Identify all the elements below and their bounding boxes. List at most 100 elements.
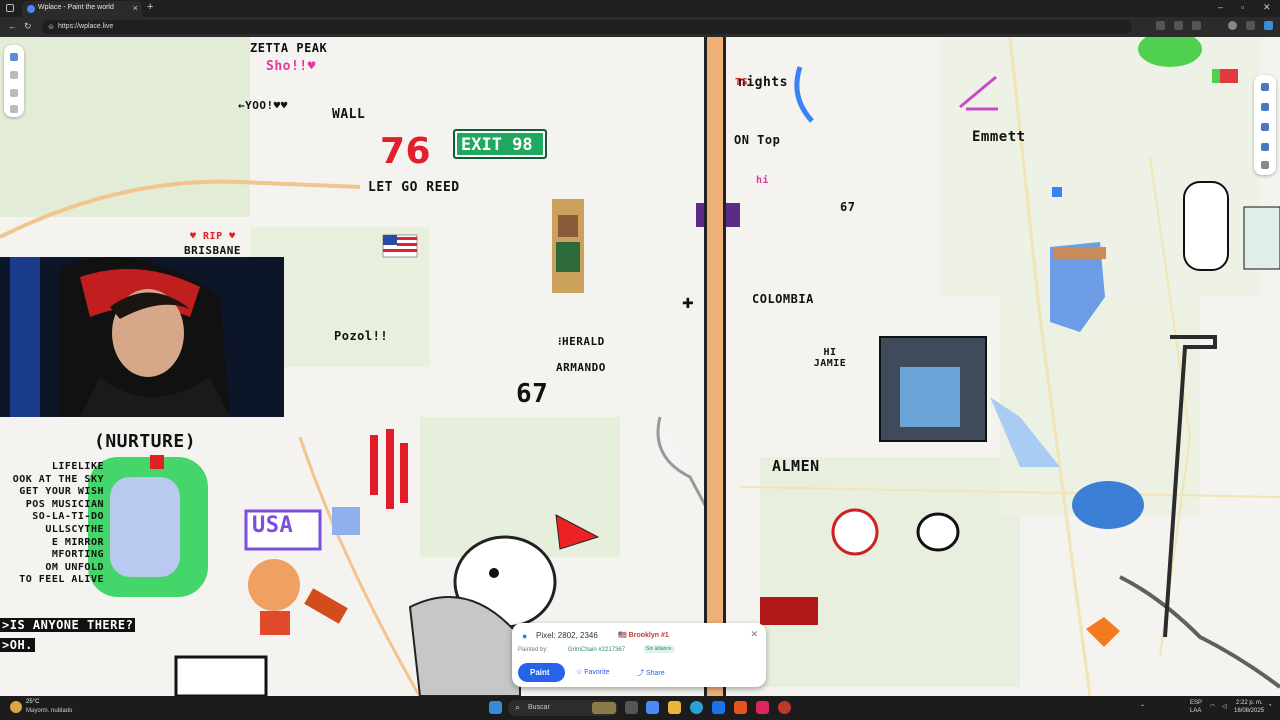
wifi-icon[interactable]: ◠ <box>1210 703 1215 710</box>
blue-arc-art <box>794 66 814 123</box>
armando-text: ARMANDO <box>556 361 606 374</box>
close-icon[interactable]: ✕ <box>750 629 758 640</box>
blue-square-art <box>332 507 360 535</box>
tab-title: Wplace - Paint the world <box>38 4 114 11</box>
volume-icon[interactable]: ◁ <box>1222 703 1227 710</box>
herald-text: ⁝HERALD <box>558 335 605 348</box>
exit-sign-art: EXIT 98 <box>453 129 547 159</box>
pixel-canvas[interactable]: ZETTA PEAK Sho!!♥ ←YOO!♥♥ WALL 76 EXIT 9… <box>0 37 1280 696</box>
task-view-icon[interactable] <box>625 701 638 714</box>
translate-icon[interactable] <box>1174 21 1183 30</box>
notification-icon[interactable]: ◔ <box>1268 703 1272 709</box>
park-area <box>0 37 250 217</box>
tab-actions-icon[interactable] <box>6 4 14 12</box>
weather-icon[interactable] <box>10 701 22 713</box>
sho-text: Sho!!♥ <box>266 59 316 74</box>
store-icon[interactable] <box>712 701 725 714</box>
red-car-art <box>760 597 818 625</box>
paint-label: Paint <box>530 668 550 677</box>
favorite-button[interactable]: ☆ Favorite <box>576 668 610 676</box>
right-toolbar <box>1254 75 1276 175</box>
edge-icon[interactable] <box>690 701 703 714</box>
close-window-icon[interactable]: ✕ <box>1263 2 1271 13</box>
maximize-icon[interactable]: ▫ <box>1241 2 1244 12</box>
brave-icon[interactable] <box>734 701 747 714</box>
lyric-line: ULLSCYTHE <box>45 523 104 535</box>
share-label: Share <box>645 670 665 677</box>
paint-button[interactable]: Paint <box>518 663 565 682</box>
minimize-icon[interactable]: – <box>1218 2 1223 12</box>
wplace-favicon-icon <box>27 5 35 13</box>
sketch-art <box>656 416 708 508</box>
search-highlight-icon <box>592 702 616 714</box>
location-icon[interactable] <box>10 105 18 113</box>
search-map-icon[interactable] <box>1261 123 1269 131</box>
lyrics-block: LIFELIKE OOK AT THE SKY GET YOUR WISH PO… <box>0 461 104 587</box>
start-icon[interactable] <box>489 701 502 714</box>
nurture-text: (NURTURE) <box>94 431 197 452</box>
zetta-text: ZETTA PEAK <box>250 41 328 55</box>
clock-time[interactable]: 2:22 p. m. <box>1236 700 1263 706</box>
brisbane-text: BRISBANE <box>184 244 241 257</box>
windows-taskbar: 25°C Mayorm. nublado ⌕ Buscar ⌃ ESP LAA … <box>0 696 1280 720</box>
skeleton-art <box>1183 181 1229 271</box>
number-67-small-text: 67 <box>840 200 856 214</box>
circle-art <box>916 512 960 552</box>
painter-user[interactable]: GrimChain #2217367 <box>568 647 625 653</box>
orange-stripe-art <box>704 37 726 696</box>
layers-icon[interactable] <box>10 89 18 97</box>
lyric-line: MFORTING <box>51 549 104 561</box>
on-top-text: ON Top <box>734 133 781 147</box>
settings-icon[interactable] <box>1261 161 1269 169</box>
reload-icon[interactable]: ↻ <box>24 21 32 32</box>
weather-temp: 25°C <box>26 699 40 705</box>
painted-by-label: Painted by: <box>518 647 549 653</box>
red-claw-art <box>370 435 378 495</box>
menu-dots-icon[interactable] <box>1246 21 1255 30</box>
favorite-label: Favorite <box>584 669 610 676</box>
cat-ears-art <box>174 655 268 696</box>
orange-heart-art <box>1086 617 1120 647</box>
baseball-art <box>831 508 879 556</box>
chrome-icon[interactable] <box>778 701 791 714</box>
taskbar-search[interactable]: ⌕ Buscar <box>508 700 618 716</box>
back-icon[interactable]: ← <box>8 21 17 31</box>
tray-chevron-icon[interactable]: ⌃ <box>1140 704 1145 711</box>
tab-bar: Wplace - Paint the world × + – ▫ ✕ <box>0 0 1280 17</box>
lyric-line: GET YOUR WISH <box>19 486 104 498</box>
lyric-line: E MIRROR <box>51 536 104 548</box>
site-info-icon[interactable]: ⊜ <box>48 23 54 31</box>
favorites-star-icon[interactable] <box>1192 21 1201 30</box>
lyric-line: OOK AT THE SKY <box>12 473 104 485</box>
leaderboard-icon[interactable] <box>1261 103 1269 111</box>
profile-icon[interactable] <box>1261 83 1269 91</box>
blue-heart-art <box>1052 187 1062 197</box>
zoom-in-icon[interactable] <box>10 53 18 61</box>
search-icon: ⌕ <box>515 702 521 712</box>
url-field[interactable]: ⊜ https://wplace.live <box>42 20 1132 34</box>
alliance-badge: Sin alliance <box>643 645 675 653</box>
copilot-icon[interactable] <box>1264 21 1273 30</box>
zoom-out-icon[interactable] <box>10 71 18 79</box>
tab-wplace[interactable]: Wplace - Paint the world × <box>22 1 142 17</box>
rip-text: ♥ RIP ♥ <box>190 231 236 242</box>
tab-close-icon[interactable]: × <box>133 3 138 13</box>
pin-icon: ● <box>522 631 528 641</box>
letgo-text: LET GO REED <box>368 180 460 195</box>
share-button[interactable]: ⤴ Share <box>637 668 665 678</box>
tiktok-icon[interactable] <box>756 701 769 714</box>
new-tab-icon[interactable]: + <box>147 1 153 13</box>
search-placeholder: Buscar <box>528 704 550 711</box>
profile-avatar[interactable] <box>1228 21 1237 30</box>
region-label[interactable]: 🇺🇸 Brooklyn #1 <box>618 631 669 639</box>
webcam-feed-image <box>0 257 284 417</box>
number-76-text: 76 <box>380 131 432 172</box>
url-text: https://wplace.live <box>58 23 114 30</box>
wall-text: WALL <box>332 107 366 122</box>
copilot-taskbar-icon[interactable] <box>646 701 659 714</box>
file-explorer-icon[interactable] <box>668 701 681 714</box>
info-icon[interactable] <box>1261 143 1269 151</box>
lang-label[interactable]: ESP <box>1190 700 1202 706</box>
read-aloud-icon[interactable] <box>1156 21 1165 30</box>
streamer-webcam <box>0 257 284 417</box>
